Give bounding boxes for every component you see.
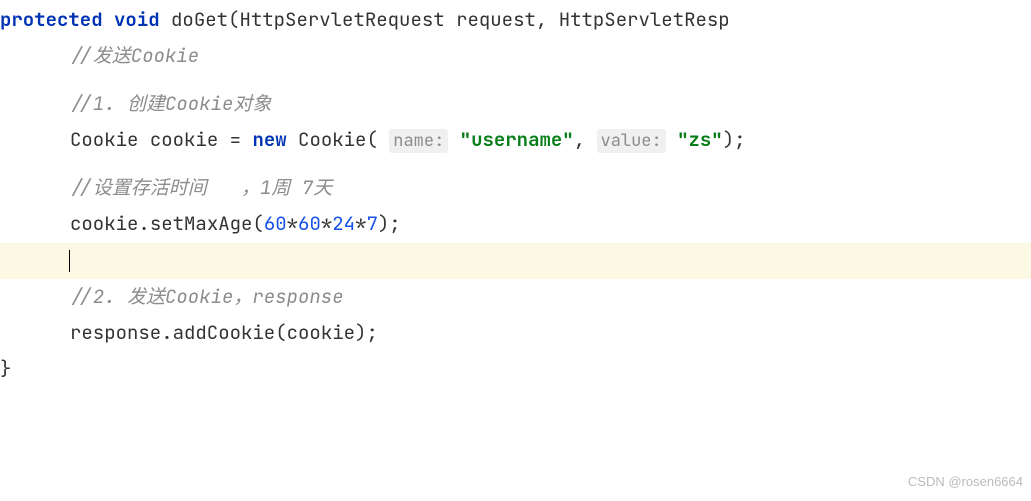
cookie-declaration: Cookie cookie = new Cookie( name: "usern… bbox=[0, 122, 1031, 158]
addcookie-line: response.addCookie(cookie); bbox=[0, 315, 1031, 351]
param1-type: HttpServletRequest bbox=[239, 7, 444, 32]
star2: * bbox=[321, 211, 332, 236]
num-60a: 60 bbox=[264, 211, 287, 236]
obj-response: response bbox=[70, 320, 161, 345]
string-zs: "zs" bbox=[677, 127, 723, 152]
semi1: ; bbox=[734, 127, 745, 152]
closing-brace: } bbox=[0, 351, 1031, 387]
comma: , bbox=[536, 7, 547, 32]
num-7: 7 bbox=[366, 211, 377, 236]
lparen: ( bbox=[228, 7, 239, 32]
param1-name: request bbox=[456, 7, 536, 32]
comment-step2: //2. 发送Cookie，response bbox=[0, 279, 1031, 315]
lparen4: ( bbox=[275, 320, 286, 345]
rparen4: ) bbox=[355, 320, 366, 345]
arg-cookie: cookie bbox=[287, 320, 355, 345]
method-signature: protected void doGet(HttpServletRequest … bbox=[0, 2, 1031, 38]
text-caret bbox=[69, 250, 70, 272]
obj-cookie: cookie bbox=[70, 211, 138, 236]
rparen2: ) bbox=[723, 127, 734, 152]
watermark: CSDN @rosen6664 bbox=[908, 470, 1023, 495]
param2-type: HttpServletResp bbox=[559, 7, 730, 32]
string-username: "username" bbox=[460, 127, 574, 152]
comment-send-cookie: //发送Cookie bbox=[0, 38, 1031, 74]
keyword-new: new bbox=[252, 127, 286, 152]
keyword-protected: protected bbox=[0, 7, 103, 32]
comma2: , bbox=[574, 127, 585, 152]
hint-name: name: bbox=[389, 129, 448, 153]
equals: = bbox=[230, 127, 241, 152]
setmaxage-line: cookie.setMaxAge(60*60*24*7); bbox=[0, 206, 1031, 242]
semi2: ; bbox=[389, 211, 400, 236]
comment-life: //设置存活时间 ，1周 7天 bbox=[0, 170, 1031, 206]
lparen2: ( bbox=[366, 127, 377, 152]
num-60b: 60 bbox=[298, 211, 321, 236]
semi3: ; bbox=[366, 320, 377, 345]
ctor-cookie: Cookie bbox=[298, 127, 366, 152]
hint-value: value: bbox=[597, 129, 666, 153]
caret-line[interactable] bbox=[0, 243, 1031, 279]
method-setmaxage: setMaxAge bbox=[150, 211, 253, 236]
var-cookie: cookie bbox=[150, 127, 218, 152]
method-name: doGet bbox=[171, 7, 228, 32]
dot2: . bbox=[161, 320, 172, 345]
rparen3: ) bbox=[378, 211, 389, 236]
method-addcookie: addCookie bbox=[173, 320, 276, 345]
num-24: 24 bbox=[332, 211, 355, 236]
keyword-void: void bbox=[114, 7, 160, 32]
code-block: protected void doGet(HttpServletRequest … bbox=[0, 2, 1031, 387]
type-cookie: Cookie bbox=[70, 127, 138, 152]
star1: * bbox=[287, 211, 298, 236]
lparen3: ( bbox=[252, 211, 263, 236]
star3: * bbox=[355, 211, 366, 236]
dot1: . bbox=[138, 211, 149, 236]
comment-step1: //1. 创建Cookie对象 bbox=[0, 86, 1031, 122]
